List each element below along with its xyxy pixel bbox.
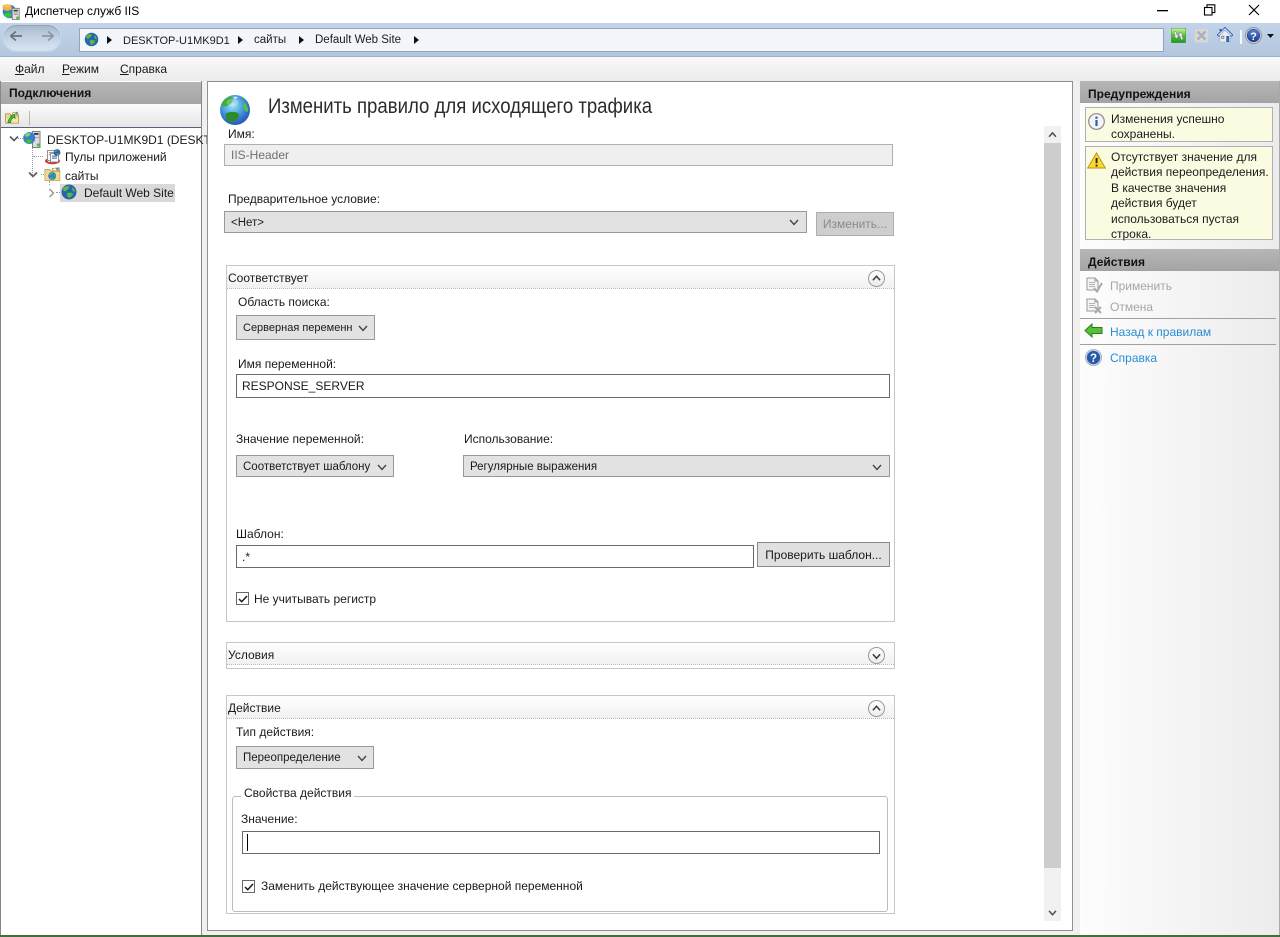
svg-text:?: ? bbox=[1090, 353, 1097, 365]
svg-text:?: ? bbox=[1250, 31, 1257, 43]
